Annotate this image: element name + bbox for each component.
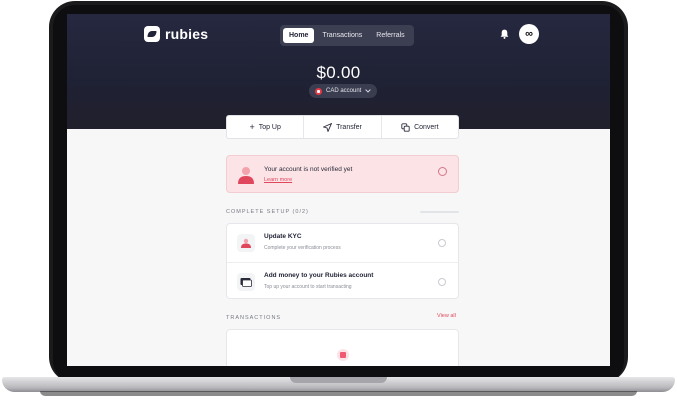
account-label: CAD account: [326, 88, 362, 94]
send-icon: [323, 122, 333, 132]
bell-icon[interactable]: [500, 29, 509, 39]
brand-name: rubies: [165, 26, 209, 42]
setup-item-desc: Complete your verification process: [264, 245, 341, 251]
setup-card: Update KYC Complete your verification pr…: [226, 223, 459, 299]
transfer-button[interactable]: Transfer: [304, 116, 382, 138]
setup-progress-bar: [420, 211, 459, 213]
setup-item-add-money[interactable]: Add money to your Rubies account Top up …: [227, 262, 458, 299]
chevron-down-icon: [365, 89, 372, 93]
laptop-notch: [290, 377, 387, 383]
avatar[interactable]: ∞: [519, 24, 539, 44]
setup-item-kyc[interactable]: Update KYC Complete your verification pr…: [227, 224, 458, 261]
convert-button[interactable]: Convert: [382, 116, 458, 138]
tab-referrals[interactable]: Referrals: [370, 28, 410, 43]
balance-amount: $0.00: [316, 63, 361, 82]
setup-item-title: Add money to your Rubies account: [264, 272, 374, 279]
setup-item-desc: Top up your account to start transacting: [264, 284, 352, 290]
user-icon: [238, 167, 254, 184]
app-screen: rubies Home Transactions Referrals ∞ $0.…: [67, 14, 610, 366]
card-icon: [237, 273, 255, 291]
convert-label: Convert: [414, 123, 439, 131]
account-selector[interactable]: CAD account: [309, 84, 378, 98]
nav-tabs: Home Transactions Referrals: [280, 25, 414, 46]
action-bar: + Top Up Transfer Convert: [226, 115, 459, 139]
canada-flag-icon: [315, 87, 322, 95]
setup-item-title: Update KYC: [264, 233, 302, 240]
radio-indicator: [438, 239, 446, 247]
learn-more-link[interactable]: Learn more: [264, 177, 292, 183]
laptop-mockup: rubies Home Transactions Referrals ∞ $0.…: [0, 0, 677, 400]
tab-transactions[interactable]: Transactions: [316, 28, 368, 43]
header-hero: rubies Home Transactions Referrals ∞ $0.…: [67, 14, 610, 129]
setup-section-title: COMPLETE SETUP (0/2): [226, 209, 309, 215]
kyc-icon: [237, 234, 255, 252]
top-up-button[interactable]: + Top Up: [227, 116, 305, 138]
transactions-section-title: TRANSACTIONS: [226, 315, 282, 321]
transactions-card: [226, 329, 459, 366]
brand-logo[interactable]: rubies: [144, 26, 208, 42]
radio-indicator: [438, 278, 446, 286]
view-all-link[interactable]: View all: [437, 313, 456, 319]
empty-transactions-icon: [337, 349, 349, 361]
alert-status-icon: [438, 167, 447, 176]
plus-icon: +: [249, 121, 255, 132]
laptop-base-shadow: [40, 391, 637, 396]
convert-icon: [401, 122, 410, 132]
tab-home[interactable]: Home: [283, 28, 315, 43]
transfer-label: Transfer: [336, 123, 362, 131]
verification-alert: Your account is not verified yet Learn m…: [226, 155, 459, 193]
top-up-label: Top Up: [258, 123, 281, 131]
avatar-glyph: ∞: [525, 28, 533, 40]
alert-title: Your account is not verified yet: [264, 166, 353, 173]
rubies-logo-icon: [144, 26, 160, 42]
